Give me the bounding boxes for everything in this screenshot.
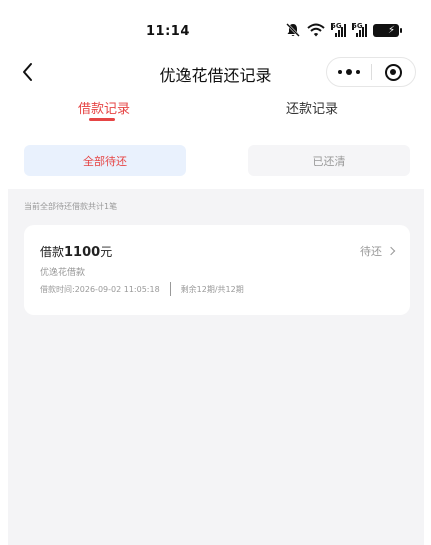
loan-unit: 元 [100, 245, 113, 259]
loan-status[interactable]: 待还 [360, 243, 396, 259]
borrow-time: 借款时间:2026-09-02 11:05:18 [40, 284, 160, 294]
network-type-label: 5G [352, 22, 363, 30]
meta-divider [169, 282, 171, 296]
battery-icon: ⚡ [373, 23, 402, 37]
loan-card[interactable]: 借款1100元 待还 优逸花借款 借款时间:2026-09-02 11:05:1… [24, 225, 410, 315]
chevron-right-icon [386, 246, 396, 256]
signal-icon: 5G [352, 23, 367, 37]
loan-product: 优逸花借款 [40, 268, 86, 278]
network-type-label: 5G [331, 22, 342, 30]
filter-paid-off[interactable]: 已还清 [248, 145, 410, 176]
loan-amount: 1100 [64, 245, 101, 260]
charging-bolt-icon: ⚡ [387, 24, 395, 36]
status-label: 待还 [360, 245, 382, 258]
mini-program-capsule [326, 57, 416, 87]
pending-summary: 当前全部待还借款共计1笔 [24, 202, 118, 211]
status-bar: 11:14 5G 5G ⚡ [0, 0, 431, 52]
tab-repay-records[interactable]: 还款记录 [286, 98, 338, 117]
record-tabs: 借款记录 还款记录 [0, 96, 431, 126]
wifi-icon [307, 23, 325, 37]
tab-borrow-records[interactable]: 借款记录 [78, 98, 130, 117]
remaining-installments: 剩余12期/共12期 [180, 284, 244, 294]
active-tab-indicator [89, 118, 115, 121]
status-time: 11:14 [146, 24, 190, 39]
close-button[interactable] [371, 58, 415, 86]
loan-title-prefix: 借款 [40, 245, 65, 259]
filter-all-pending[interactable]: 全部待还 [24, 145, 186, 176]
target-circle-icon [384, 63, 402, 81]
loan-meta: 借款时间:2026-09-02 11:05:18 剩余12期/共12期 [40, 282, 244, 296]
signal-icon: 5G [331, 23, 346, 37]
status-icons: 5G 5G ⚡ [285, 22, 402, 38]
mute-icon [286, 23, 300, 37]
records-list: 当前全部待还借款共计1笔 借款1100元 待还 优逸花借款 借款时间:2026-… [8, 189, 424, 545]
more-button[interactable] [327, 58, 371, 86]
loan-title: 借款1100元 [40, 243, 112, 260]
nav-bar: 优逸花借还记录 [0, 52, 431, 92]
